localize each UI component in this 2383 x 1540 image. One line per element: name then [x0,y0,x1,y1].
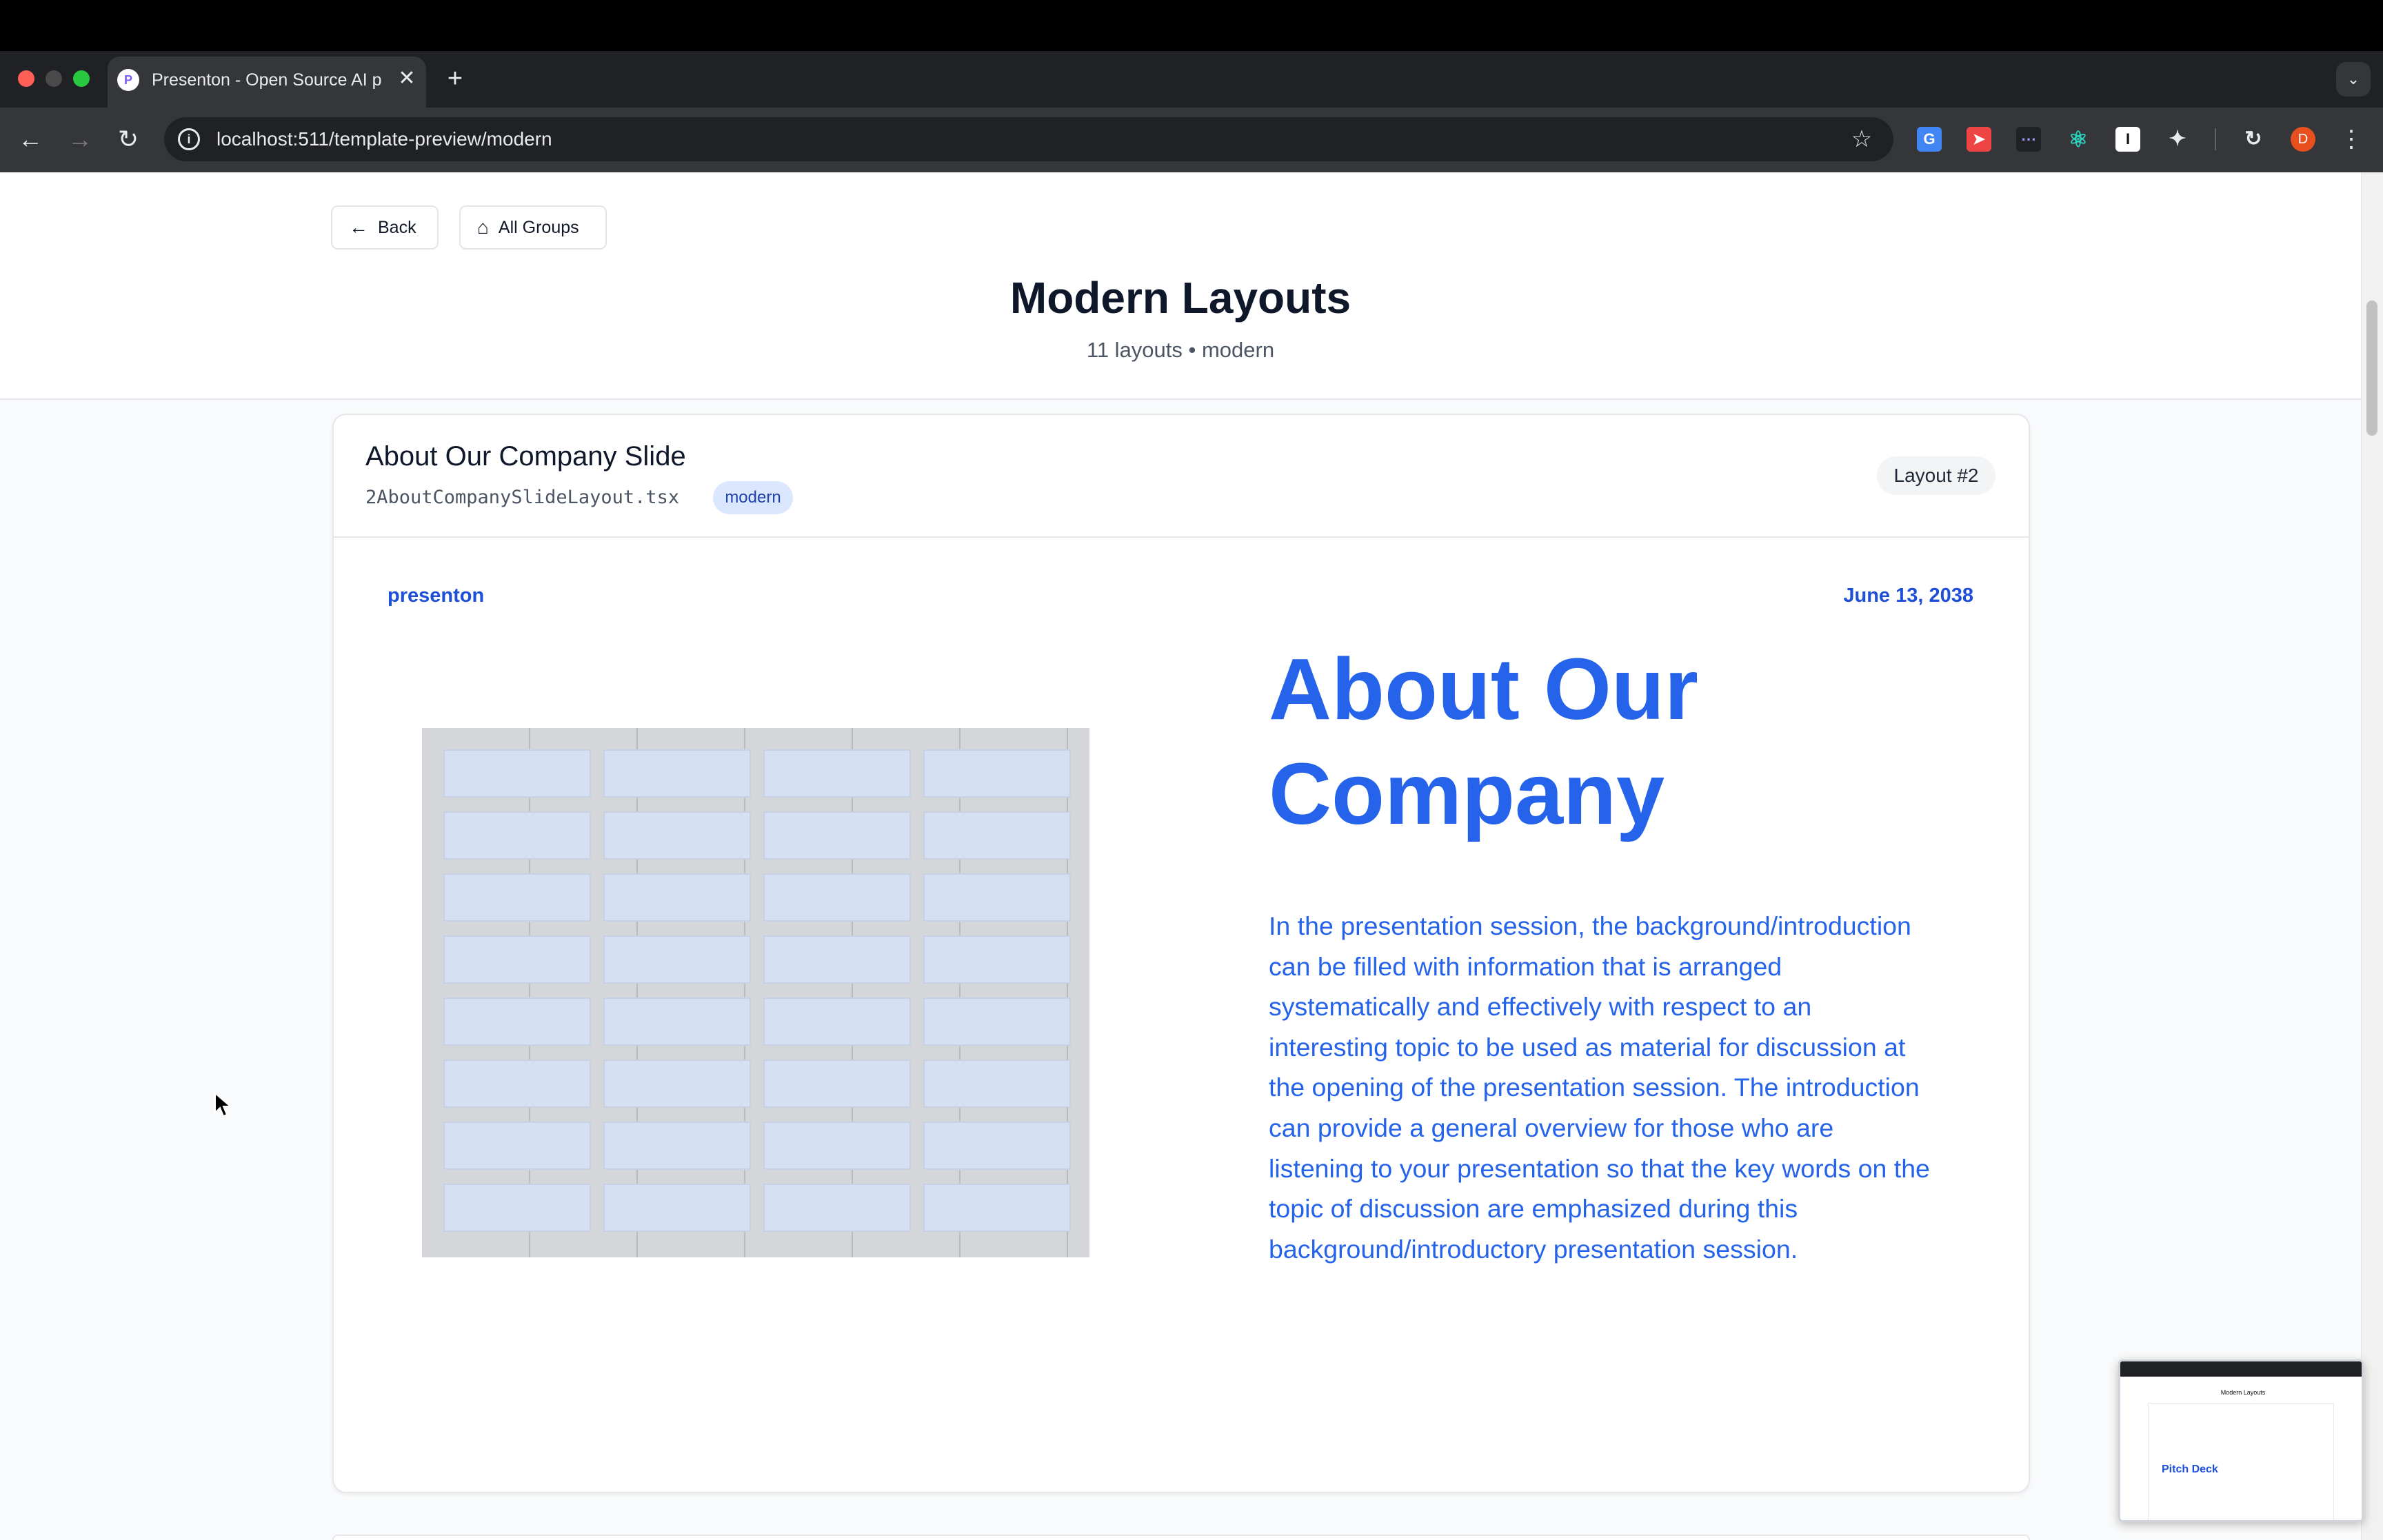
slide-heading-line-1: About Our [1269,640,1698,738]
tab-title: Presenton - Open Source AI p [152,70,382,90]
slide-date: June 13, 2038 [1843,585,1973,607]
thumbnail-title: Modern Layouts [2220,1389,2266,1396]
group-tag-badge: modern [713,481,793,514]
bookmark-star-icon[interactable]: ☆ [1848,125,1876,153]
slide-brand-name: presenton [388,585,485,607]
presenton-favicon-icon: P [117,69,139,91]
profile-avatar[interactable]: D [2291,127,2315,152]
browser-menu-icon[interactable]: ⋮ [2339,124,2364,154]
url-text[interactable]: localhost:511/template-preview/modern [217,125,1320,153]
layout-number-badge: Layout #2 [1877,456,1995,495]
next-layout-card [332,1534,2030,1540]
screen-recording-thumbnail[interactable]: Modern Layouts Pitch Deck [2118,1359,2364,1522]
page-title: Modern Layouts [1009,273,1351,323]
new-tab-button[interactable]: + [441,65,469,92]
rocket-extension-icon[interactable]: ➤ [1967,127,1991,152]
minimize-window-button[interactable] [46,70,62,87]
building-facade-graphic [422,728,1089,1257]
all-groups-button-label: All Groups [498,217,579,237]
thumbnail-card [2148,1403,2334,1520]
site-info-icon[interactable]: i [178,128,200,150]
forward-icon[interactable]: → [63,123,97,156]
dots-extension-icon[interactable]: ⋯ [2016,127,2041,152]
card-divider [334,536,2029,538]
back-button-label: Back [378,217,416,237]
thumbnail-chrome [2120,1361,2362,1377]
toolbar-divider [2215,128,2216,150]
tab-close-icon[interactable]: ✕ [394,66,419,91]
thumbnail-text: Pitch Deck [2162,1463,2218,1475]
office-building-image [422,728,1089,1257]
arrow-left-icon: ← [349,216,368,238]
page-subtitle: 11 layouts • modern [1086,338,1275,362]
tab-search-icon[interactable]: ⌄ [2336,62,2371,97]
layout-card-title: About Our Company Slide [365,441,686,472]
back-icon[interactable]: ← [14,123,47,156]
extensions-puzzle-icon[interactable]: ✦ [2165,127,2190,152]
home-icon: ⌂ [477,216,489,238]
layout-file-name: 2AboutCompanySlideLayout.tsx [365,487,680,508]
reload-icon[interactable]: ↻ [112,123,145,156]
back-button[interactable]: ← Back [331,205,439,250]
menu-bar-area [0,0,2383,51]
translate-extension-icon[interactable]: G [1917,127,1942,152]
close-window-button[interactable] [18,70,34,87]
slide-heading-line-2: Company [1269,745,1665,842]
slide-heading: About Our Company [1269,637,1958,844]
mouse-cursor-icon [214,1092,232,1117]
slide-body-text: In the presentation session, the backgro… [1269,911,1930,1264]
i-extension-icon[interactable]: I [2115,127,2140,152]
react-devtools-icon[interactable]: ⚛ [2066,127,2091,152]
scrollbar-thumb[interactable] [2366,301,2377,436]
performance-gauge-icon[interactable]: ↻ [2241,127,2266,152]
maximize-window-button[interactable] [73,70,90,87]
all-groups-button[interactable]: ⌂ All Groups [459,205,607,250]
